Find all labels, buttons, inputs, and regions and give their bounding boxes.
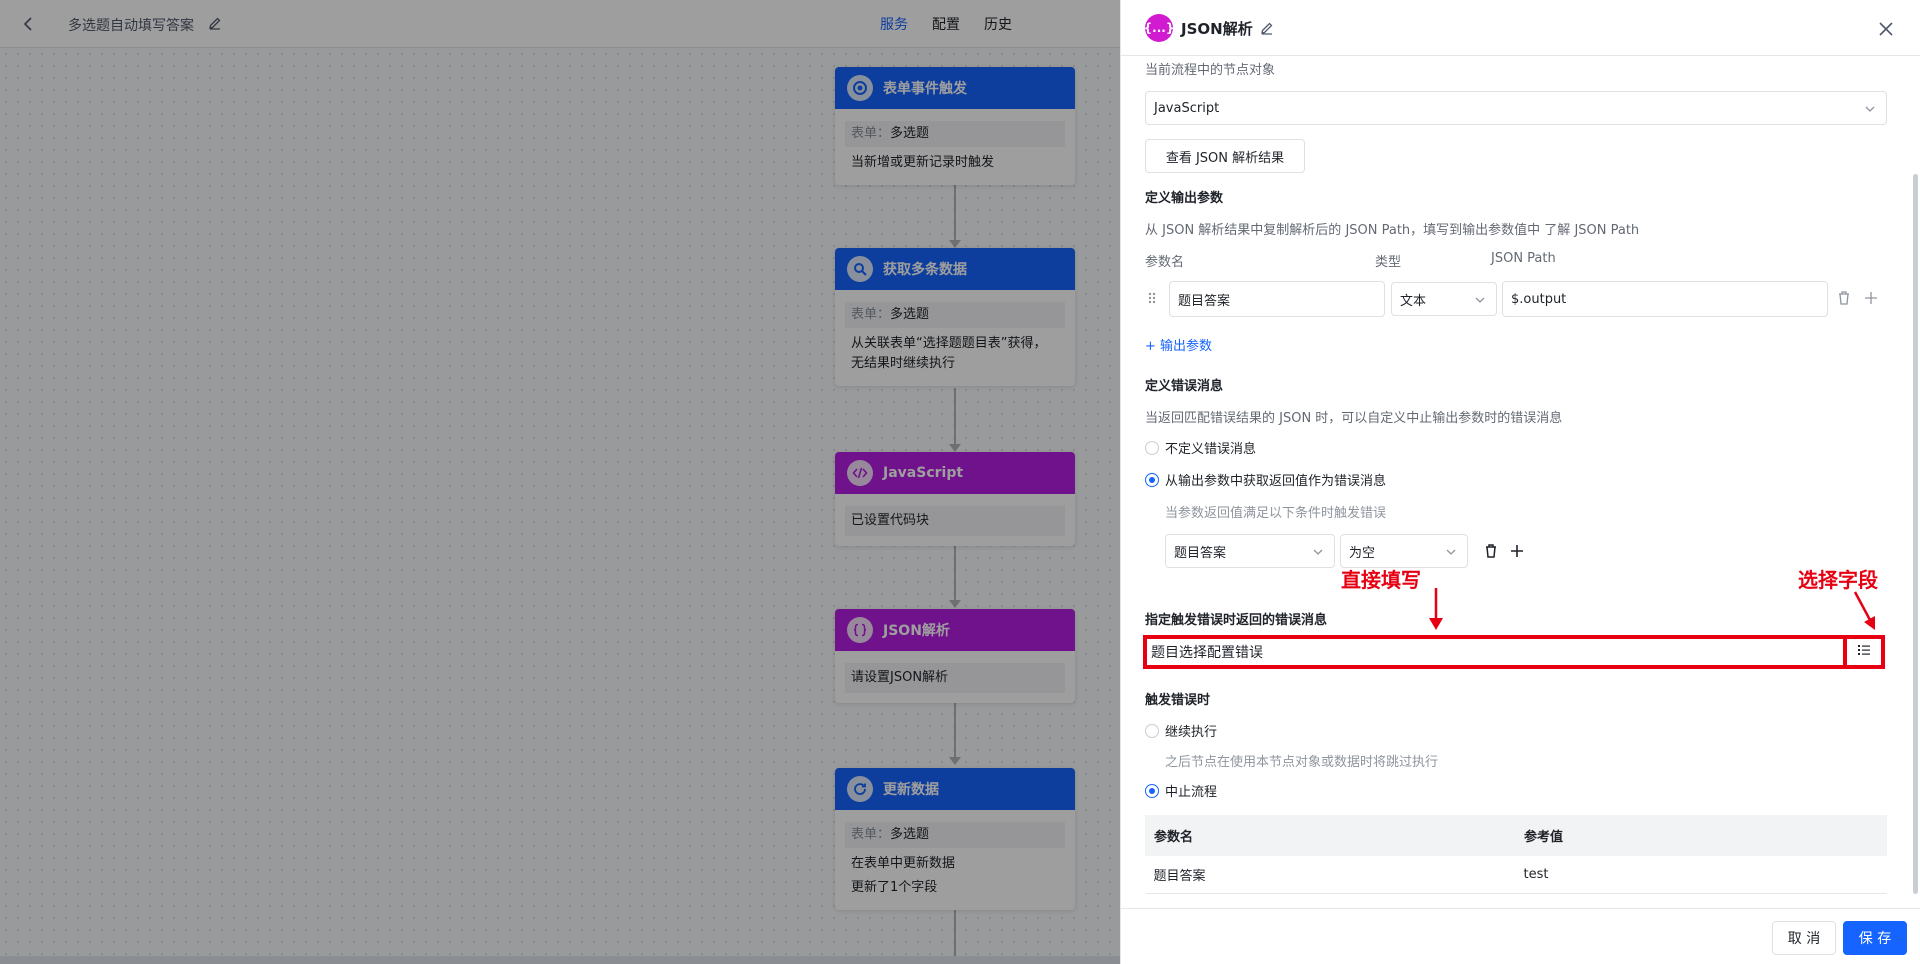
add-output-param-link[interactable]: + 输出参数	[1145, 335, 1212, 354]
table-header: 参数名	[1145, 815, 1516, 856]
table-cell: test	[1515, 855, 1887, 894]
panel-header: {...} JSON解析	[1121, 0, 1920, 56]
condition-hint: 当参数返回值满足以下条件时触发错误	[1165, 506, 1387, 521]
scrollbar[interactable]	[1913, 174, 1918, 894]
output-param-path-input[interactable]: $.output	[1502, 281, 1828, 317]
on-error-title: 触发错误时	[1145, 693, 1211, 708]
edit-pencil-icon[interactable]	[1259, 20, 1275, 36]
trash-icon[interactable]	[1482, 542, 1500, 560]
radio-label: 继续执行	[1165, 725, 1218, 740]
plus-icon[interactable]	[1508, 542, 1526, 560]
modal-overlay[interactable]	[0, 0, 1120, 964]
source-label: 当前流程中的节点对象	[1145, 63, 1276, 78]
panel-footer: 取 消 保 存	[1121, 908, 1920, 964]
radio-label: 从输出参数中获取返回值作为错误消息	[1165, 474, 1387, 489]
annotation-arrow-icon	[1429, 588, 1443, 630]
select-field-button[interactable]	[1843, 635, 1885, 669]
save-button[interactable]: 保 存	[1843, 921, 1907, 955]
radio-button[interactable]	[1145, 783, 1159, 798]
table-row: 题目答案 test	[1145, 855, 1887, 894]
annotation-arrow-icon	[1853, 591, 1875, 630]
output-section-title: 定义输出参数	[1145, 191, 1224, 206]
radio-button[interactable]	[1145, 440, 1159, 455]
list-icon	[1856, 642, 1872, 662]
error-hint: 当返回匹配错误结果的 JSON 时，可以自定义中止输出参数时的错误消息	[1145, 411, 1563, 426]
source-node-select[interactable]: JavaScript	[1145, 91, 1887, 125]
output-param-type-select[interactable]: 文本	[1391, 282, 1497, 316]
radio-stop-flow[interactable]: 中止流程	[1145, 781, 1217, 800]
canvas-bottom-bar	[0, 956, 1120, 964]
drag-handle-icon[interactable]	[1143, 289, 1161, 307]
column-header-param-name: 参数名	[1145, 255, 1185, 270]
output-param-name-input[interactable]: 题目答案	[1169, 281, 1385, 317]
source-node-value: JavaScript	[1154, 100, 1220, 116]
radio-no-error-message[interactable]: 不定义错误消息	[1145, 438, 1256, 457]
cancel-button[interactable]: 取 消	[1772, 921, 1836, 955]
continue-hint: 之后节点在使用本节点对象或数据时将跳过执行	[1165, 755, 1439, 770]
radio-button[interactable]	[1145, 723, 1159, 738]
error-section-title: 定义错误消息	[1145, 379, 1224, 394]
condition-operator-select[interactable]: 为空	[1340, 534, 1468, 568]
json-icon: {...}	[1144, 14, 1174, 42]
radio-label: 不定义错误消息	[1165, 442, 1257, 457]
column-header-json-path: JSON Path	[1491, 251, 1556, 266]
radio-button[interactable]	[1145, 472, 1159, 487]
output-hint: 从 JSON 解析结果中复制解析后的 JSON Path，填写到输出参数值中 了…	[1145, 223, 1640, 238]
view-json-result-button[interactable]: 查看 JSON 解析结果	[1145, 139, 1305, 173]
radio-label: 中止流程	[1165, 785, 1218, 800]
radio-continue[interactable]: 继续执行	[1145, 721, 1217, 740]
plus-icon[interactable]	[1862, 289, 1880, 307]
condition-field-select[interactable]: 题目答案	[1165, 534, 1335, 568]
radio-error-from-output[interactable]: 从输出参数中获取返回值作为错误消息	[1145, 470, 1386, 489]
annotation-direct-fill: 直接填写	[1341, 568, 1421, 592]
error-message-label: 指定触发错误时返回的错误消息	[1145, 613, 1328, 628]
output-param-type-value: 文本	[1400, 293, 1427, 309]
json-parse-panel: {...} JSON解析 当前流程中的节点对象 JavaScript 查看 JS…	[1120, 0, 1920, 964]
panel-title: JSON解析	[1181, 20, 1253, 38]
chevron-down-icon	[1864, 103, 1876, 115]
error-message-input[interactable]: 题目选择配置错误	[1143, 635, 1847, 669]
column-header-type: 类型	[1375, 255, 1402, 270]
close-icon[interactable]	[1877, 20, 1895, 38]
annotation-select-field: 选择字段	[1798, 568, 1878, 592]
chevron-down-icon	[1445, 546, 1457, 558]
trash-icon[interactable]	[1835, 289, 1853, 307]
chevron-down-icon	[1474, 294, 1486, 306]
condition-field-value: 题目答案	[1174, 545, 1227, 561]
condition-operator-value: 为空	[1349, 545, 1376, 561]
table-cell: 题目答案	[1145, 855, 1516, 894]
reference-table: 参数名 参考值 题目答案 test	[1145, 815, 1887, 894]
panel-body[interactable]: 当前流程中的节点对象 JavaScript 查看 JSON 解析结果 定义输出参…	[1121, 56, 1920, 908]
table-header: 参考值	[1515, 815, 1887, 856]
chevron-down-icon	[1312, 546, 1324, 558]
